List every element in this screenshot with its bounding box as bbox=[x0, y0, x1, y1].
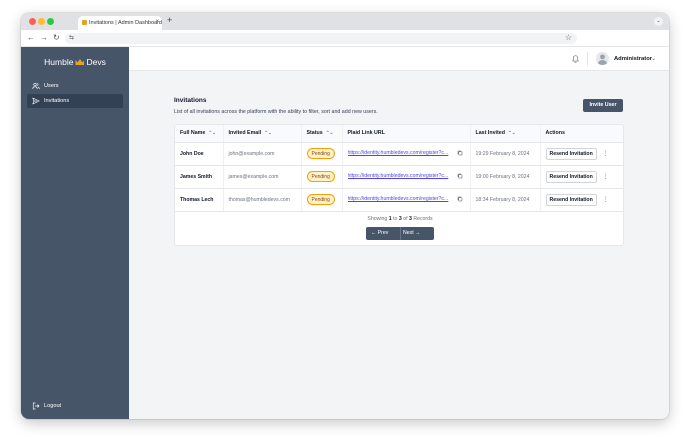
browser-tab-bar: Invitations | Admin Dashboard × + ⌄ bbox=[21, 13, 669, 30]
page-title: Invitations bbox=[174, 97, 207, 104]
status-badge: Pending bbox=[306, 148, 335, 159]
cell-actions: Resend Invitation ⋮ bbox=[540, 188, 623, 212]
invitations-table: Full Name ⌃⌄ Invited Email ⌃⌄ Status ⌃⌄ Pla… bbox=[175, 125, 623, 212]
cell-plaid-link-url: https://identity.humbledevs.com/register… bbox=[342, 165, 471, 189]
more-options-icon[interactable]: ⋮ bbox=[603, 150, 609, 157]
sort-icon[interactable]: ⌃⌄ bbox=[208, 131, 216, 136]
copy-icon[interactable] bbox=[457, 196, 463, 202]
back-button[interactable]: ← bbox=[27, 33, 35, 43]
logout-label: Logout bbox=[44, 403, 62, 409]
cell-full-name: James Smith bbox=[175, 165, 224, 189]
table-row: Thomas Lech thomas@humbledevs.com Pendin… bbox=[175, 188, 623, 212]
address-bar[interactable]: ⇆ ☆ bbox=[65, 33, 577, 44]
arrow-right-icon: → bbox=[415, 230, 421, 236]
table-row: John Doe john@example.com Pending https:… bbox=[175, 142, 623, 166]
sort-icon[interactable]: ⌃⌄ bbox=[326, 131, 334, 136]
browser-tab[interactable]: Invitations | Admin Dashboard × bbox=[78, 16, 162, 30]
prev-page-button[interactable]: ← Prev bbox=[371, 227, 388, 240]
minimize-window-button[interactable] bbox=[38, 18, 45, 25]
sort-icon[interactable]: ⌃⌄ bbox=[508, 131, 516, 136]
cell-status: Pending bbox=[301, 188, 343, 212]
close-window-button[interactable] bbox=[29, 18, 36, 25]
column-header-plaid-link-url: Plaid Link URL bbox=[342, 125, 471, 143]
cell-last-invited: 19:00 February 8, 2024 bbox=[470, 165, 541, 189]
status-badge: Pending bbox=[306, 171, 335, 182]
next-page-button[interactable]: Next → bbox=[403, 227, 420, 240]
tab-search-button[interactable]: ⌄ bbox=[654, 17, 663, 26]
more-options-icon[interactable]: ⋮ bbox=[603, 173, 609, 180]
pagination: ← Prev Next → bbox=[366, 227, 434, 240]
users-icon bbox=[32, 82, 40, 90]
chevron-down-icon[interactable]: ⌄ bbox=[651, 55, 656, 62]
cell-actions: Resend Invitation ⋮ bbox=[540, 142, 623, 166]
site-info-icon[interactable]: ⇆ bbox=[69, 34, 74, 41]
browser-window: Invitations | Admin Dashboard × + ⌄ ← → … bbox=[21, 13, 669, 419]
table-row: James Smith james@example.com Pending ht… bbox=[175, 165, 623, 189]
cell-invited-email: john@example.com bbox=[223, 142, 302, 166]
avatar[interactable] bbox=[596, 52, 609, 65]
resend-invitation-button[interactable]: Resend Invitation bbox=[545, 147, 597, 160]
crown-icon bbox=[75, 59, 85, 65]
cell-last-invited: 18:34 February 8, 2024 bbox=[470, 188, 541, 212]
cell-full-name: John Doe bbox=[175, 142, 224, 166]
logout-button[interactable]: Logout bbox=[27, 399, 123, 413]
new-tab-button[interactable]: + bbox=[167, 15, 172, 25]
column-header-status[interactable]: Status ⌃⌄ bbox=[301, 125, 343, 143]
reload-button[interactable]: ↻ bbox=[53, 33, 60, 43]
cell-actions: Resend Invitation ⋮ bbox=[540, 165, 623, 189]
column-header-invited-email[interactable]: Invited Email ⌃⌄ bbox=[223, 125, 302, 143]
logout-icon bbox=[32, 402, 40, 410]
sidebar-item-users[interactable]: Users bbox=[27, 79, 123, 93]
cell-invited-email: thomas@humbledevs.com bbox=[223, 188, 302, 212]
notification-bell-icon[interactable] bbox=[571, 54, 580, 63]
copy-icon[interactable] bbox=[457, 150, 463, 156]
user-avatar-icon bbox=[597, 54, 608, 65]
column-header-actions: Actions bbox=[540, 125, 623, 143]
status-badge: Pending bbox=[306, 194, 335, 205]
forward-button[interactable]: → bbox=[40, 33, 48, 43]
invite-user-button[interactable]: Invite User bbox=[583, 99, 623, 112]
sidebar-item-label: Users bbox=[44, 83, 59, 89]
sort-icon[interactable]: ⌃⌄ bbox=[264, 131, 272, 136]
maximize-window-button[interactable] bbox=[47, 18, 54, 25]
plaid-link[interactable]: https://identity.humbledevs.com/register… bbox=[348, 150, 454, 156]
main-content: Administrator ⌄ Invitations List of all … bbox=[129, 47, 669, 419]
brand-name-left: Humble bbox=[44, 57, 74, 67]
header-divider bbox=[587, 52, 588, 66]
cell-status: Pending bbox=[301, 165, 343, 189]
copy-icon[interactable] bbox=[457, 173, 463, 179]
more-options-icon[interactable]: ⋮ bbox=[603, 196, 609, 203]
sidebar: Humble Devs Users Invitations Logout bbox=[21, 47, 129, 419]
arrow-left-icon: ← bbox=[371, 230, 377, 236]
plaid-link[interactable]: https://identity.humbledevs.com/register… bbox=[348, 173, 454, 179]
cell-full-name: Thomas Lech bbox=[175, 188, 224, 212]
column-header-last-invited[interactable]: Last Invited ⌃⌄ bbox=[470, 125, 541, 143]
sidebar-item-label: Invitations bbox=[44, 98, 70, 104]
favicon-icon bbox=[82, 20, 87, 25]
browser-toolbar: ← → ↻ ⇆ ☆ bbox=[21, 30, 669, 47]
cell-invited-email: james@example.com bbox=[223, 165, 302, 189]
records-summary: Showing 1 to 3 of 3 Records bbox=[367, 216, 433, 222]
send-icon bbox=[32, 97, 40, 105]
tab-title: Invitations | Admin Dashboard bbox=[89, 20, 162, 26]
cell-status: Pending bbox=[301, 142, 343, 166]
cell-plaid-link-url: https://identity.humbledevs.com/register… bbox=[342, 188, 471, 212]
brand-logo[interactable]: Humble Devs bbox=[21, 57, 129, 67]
resend-invitation-button[interactable]: Resend Invitation bbox=[545, 193, 597, 206]
invitations-table-card: Full Name ⌃⌄ Invited Email ⌃⌄ Status ⌃⌄ Pla… bbox=[174, 124, 624, 246]
pager-divider bbox=[400, 227, 401, 240]
tab-close-icon[interactable]: × bbox=[155, 19, 159, 25]
page-subtitle: List of all invitations across the platf… bbox=[174, 109, 378, 115]
resend-invitation-button[interactable]: Resend Invitation bbox=[545, 170, 597, 183]
user-menu-name[interactable]: Administrator bbox=[614, 56, 652, 62]
cell-last-invited: 19:29 February 8, 2024 bbox=[470, 142, 541, 166]
top-bar: Administrator ⌄ bbox=[129, 47, 669, 71]
plaid-link[interactable]: https://identity.humbledevs.com/register… bbox=[348, 196, 454, 202]
bookmark-star-icon[interactable]: ☆ bbox=[565, 33, 572, 42]
table-header-row: Full Name ⌃⌄ Invited Email ⌃⌄ Status ⌃⌄ Pla… bbox=[175, 125, 623, 143]
cell-plaid-link-url: https://identity.humbledevs.com/register… bbox=[342, 142, 471, 166]
sidebar-item-invitations[interactable]: Invitations bbox=[27, 94, 123, 108]
column-header-full-name[interactable]: Full Name ⌃⌄ bbox=[175, 125, 224, 143]
brand-name-right: Devs bbox=[86, 57, 106, 67]
